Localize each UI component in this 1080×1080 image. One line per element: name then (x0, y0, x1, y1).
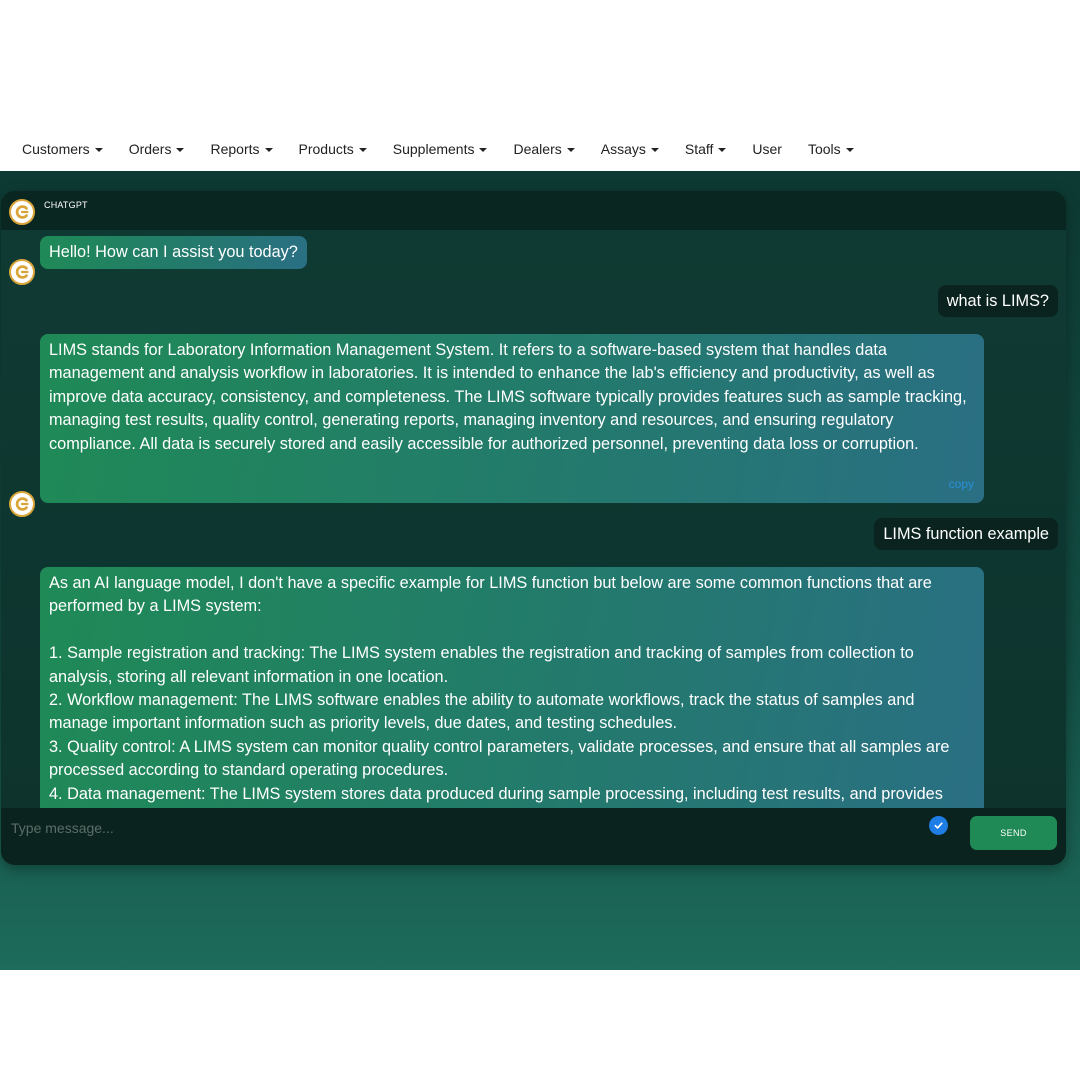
caret-down-icon (566, 148, 575, 152)
caret-down-icon (176, 148, 185, 152)
nav-user-label: User (752, 141, 782, 157)
nav-orders[interactable]: Orders (129, 141, 185, 157)
nav-assays-label: Assays (600, 141, 646, 157)
user-message: LIMS function example (874, 518, 1058, 550)
top-nav: Customers Orders Reports Products Supple… (0, 128, 1080, 170)
user-message-text: what is LIMS? (946, 292, 1049, 310)
nav-orders-label: Orders (128, 141, 172, 157)
bot-message-text: Hello! How can I assist you today? (49, 243, 298, 261)
chatbot-avatar-icon (9, 199, 35, 225)
nav-dealers[interactable]: Dealers (513, 141, 575, 157)
caret-down-icon (650, 148, 659, 152)
chatbot-avatar-icon (9, 259, 35, 285)
caret-down-icon (358, 148, 367, 152)
nav-customers[interactable]: Customers (22, 141, 103, 157)
caret-down-icon (479, 148, 488, 152)
nav-dealers-label: Dealers (513, 141, 562, 157)
check-circle-icon[interactable] (929, 816, 948, 835)
bot-message-text: As an AI language model, I don't have a … (49, 574, 950, 803)
nav-assays[interactable]: Assays (601, 141, 659, 157)
caret-down-icon (718, 148, 727, 152)
caret-down-icon (94, 148, 103, 152)
nav-staff[interactable]: Staff (685, 141, 727, 157)
nav-supplements[interactable]: Supplements (393, 141, 488, 157)
nav-user[interactable]: User (752, 141, 782, 157)
chatbot-avatar-icon (9, 491, 35, 517)
nav-tools-label: Tools (807, 141, 841, 157)
send-button[interactable]: SEND (970, 816, 1057, 850)
caret-down-icon (845, 148, 854, 152)
message-input[interactable] (11, 816, 911, 840)
nav-customers-label: Customers (22, 141, 90, 157)
chat-header: CHATGPT (1, 191, 1066, 230)
nav-products-label: Products (298, 141, 354, 157)
user-message: what is LIMS? (937, 285, 1058, 317)
bot-message: Hello! How can I assist you today? (40, 236, 307, 270)
nav-supplements-label: Supplements (392, 141, 475, 157)
nav-products[interactable]: Products (299, 141, 367, 157)
message-input-bar (1, 808, 1066, 865)
chat-title: CHATGPT (44, 200, 88, 210)
nav-reports-label: Reports (210, 141, 260, 157)
nav-staff-label: Staff (684, 141, 714, 157)
nav-tools[interactable]: Tools (808, 141, 854, 157)
message-list[interactable]: Hello! How can I assist you today? what … (1, 230, 1066, 808)
user-message-text: LIMS function example (883, 525, 1049, 543)
caret-down-icon (264, 148, 273, 152)
bot-message: LIMS stands for Laboratory Information M… (40, 334, 984, 503)
nav-reports[interactable]: Reports (210, 141, 273, 157)
chat-window: CHATGPT Hello! How can I assist you toda… (1, 191, 1066, 865)
copy-button[interactable]: copy (949, 473, 974, 496)
bot-message-text: LIMS stands for Laboratory Information M… (49, 341, 972, 453)
bot-message: As an AI language model, I don't have a … (40, 567, 984, 808)
